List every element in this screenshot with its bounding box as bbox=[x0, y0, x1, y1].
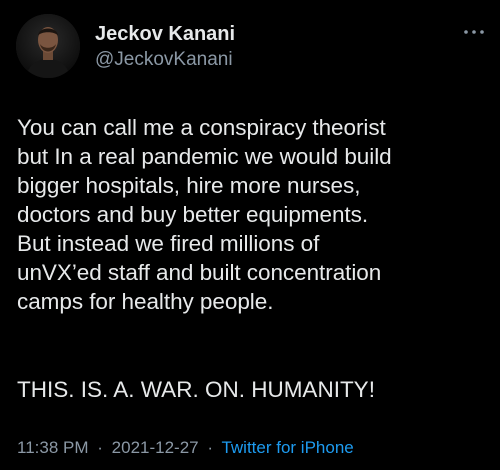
author-handle[interactable]: @JeckovKanani bbox=[95, 47, 235, 73]
avatar[interactable] bbox=[16, 14, 80, 78]
tweet-text-line: bigger hospitals, hire more nurses, bbox=[17, 173, 361, 198]
tweet-source-link[interactable]: Twitter for iPhone bbox=[221, 438, 353, 457]
tweet-text-line: But instead we fired millions of bbox=[17, 231, 320, 256]
tweet-date[interactable]: 2021-12-27 bbox=[112, 438, 199, 457]
meta-separator: · bbox=[97, 438, 103, 457]
tweet-closing-line: THIS. IS. A. WAR. ON. HUMANITY! bbox=[17, 377, 375, 402]
author-block: Jeckov Kanani @JeckovKanani bbox=[95, 22, 235, 73]
more-options-icon bbox=[464, 30, 484, 34]
tweet-time[interactable]: 11:38 PM bbox=[17, 438, 89, 457]
tweet-text-line: doctors and buy better equipments. bbox=[17, 202, 369, 227]
more-options-button[interactable] bbox=[462, 25, 486, 39]
tweet-card: Jeckov Kanani @JeckovKanani You can call… bbox=[0, 0, 500, 470]
meta-separator: · bbox=[207, 438, 214, 457]
tweet-text-line: unVX’ed staff and built concentration bbox=[17, 260, 382, 285]
author-display-name[interactable]: Jeckov Kanani bbox=[95, 22, 235, 46]
tweet-text-line: You can call me a conspiracy theorist bbox=[17, 115, 386, 140]
tweet-text: You can call me a conspiracy theorist bu… bbox=[17, 113, 491, 316]
tweet-meta: 11:38 PM · 2021-12-27 · Twitter for iPho… bbox=[17, 437, 354, 459]
tweet-text-line: camps for healthy people. bbox=[17, 289, 274, 314]
avatar-image bbox=[16, 14, 80, 78]
tweet-text-line: but In a real pandemic we would build bbox=[17, 144, 392, 169]
